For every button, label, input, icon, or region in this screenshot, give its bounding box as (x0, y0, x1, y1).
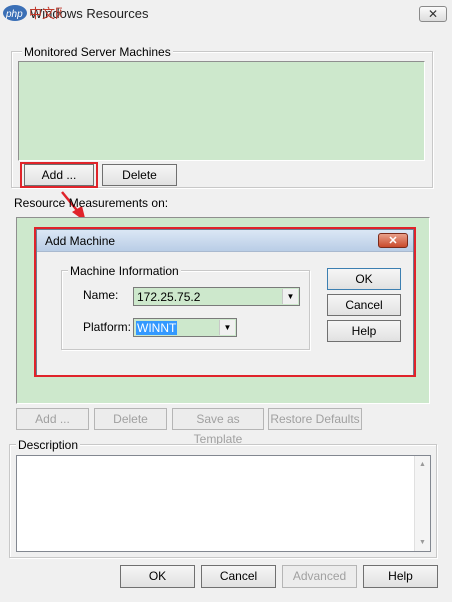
dialog-highlight (34, 227, 416, 377)
scroll-up-icon[interactable]: ▲ (419, 461, 426, 468)
description-scrollbar[interactable]: ▲ ▼ (414, 456, 430, 551)
help-button[interactable]: Help (363, 565, 438, 588)
resource-add-button[interactable]: Add ... (16, 408, 89, 430)
description-textarea[interactable]: ▲ ▼ (16, 455, 431, 552)
monitored-group-label: Monitored Server Machines (22, 45, 173, 59)
monitored-machines-list[interactable] (18, 61, 425, 161)
cancel-button[interactable]: Cancel (201, 565, 276, 588)
watermark-logo: php 中文网 (2, 2, 68, 24)
add-button-highlight (20, 162, 98, 188)
svg-text:中文网: 中文网 (29, 7, 62, 22)
resource-delete-button[interactable]: Delete (94, 408, 167, 430)
advanced-button[interactable]: Advanced (282, 565, 357, 588)
resource-measurements-label: Resource Measurements on: (14, 196, 169, 210)
delete-machine-button[interactable]: Delete (102, 164, 177, 186)
description-group-label: Description (16, 438, 81, 452)
save-as-template-button[interactable]: Save as Template (172, 408, 264, 446)
svg-text:php: php (5, 9, 23, 20)
restore-defaults-button[interactable]: Restore Defaults (268, 408, 362, 430)
ok-button[interactable]: OK (120, 565, 195, 588)
window-close-button[interactable]: ✕ (419, 6, 447, 22)
scroll-down-icon[interactable]: ▼ (419, 539, 426, 546)
